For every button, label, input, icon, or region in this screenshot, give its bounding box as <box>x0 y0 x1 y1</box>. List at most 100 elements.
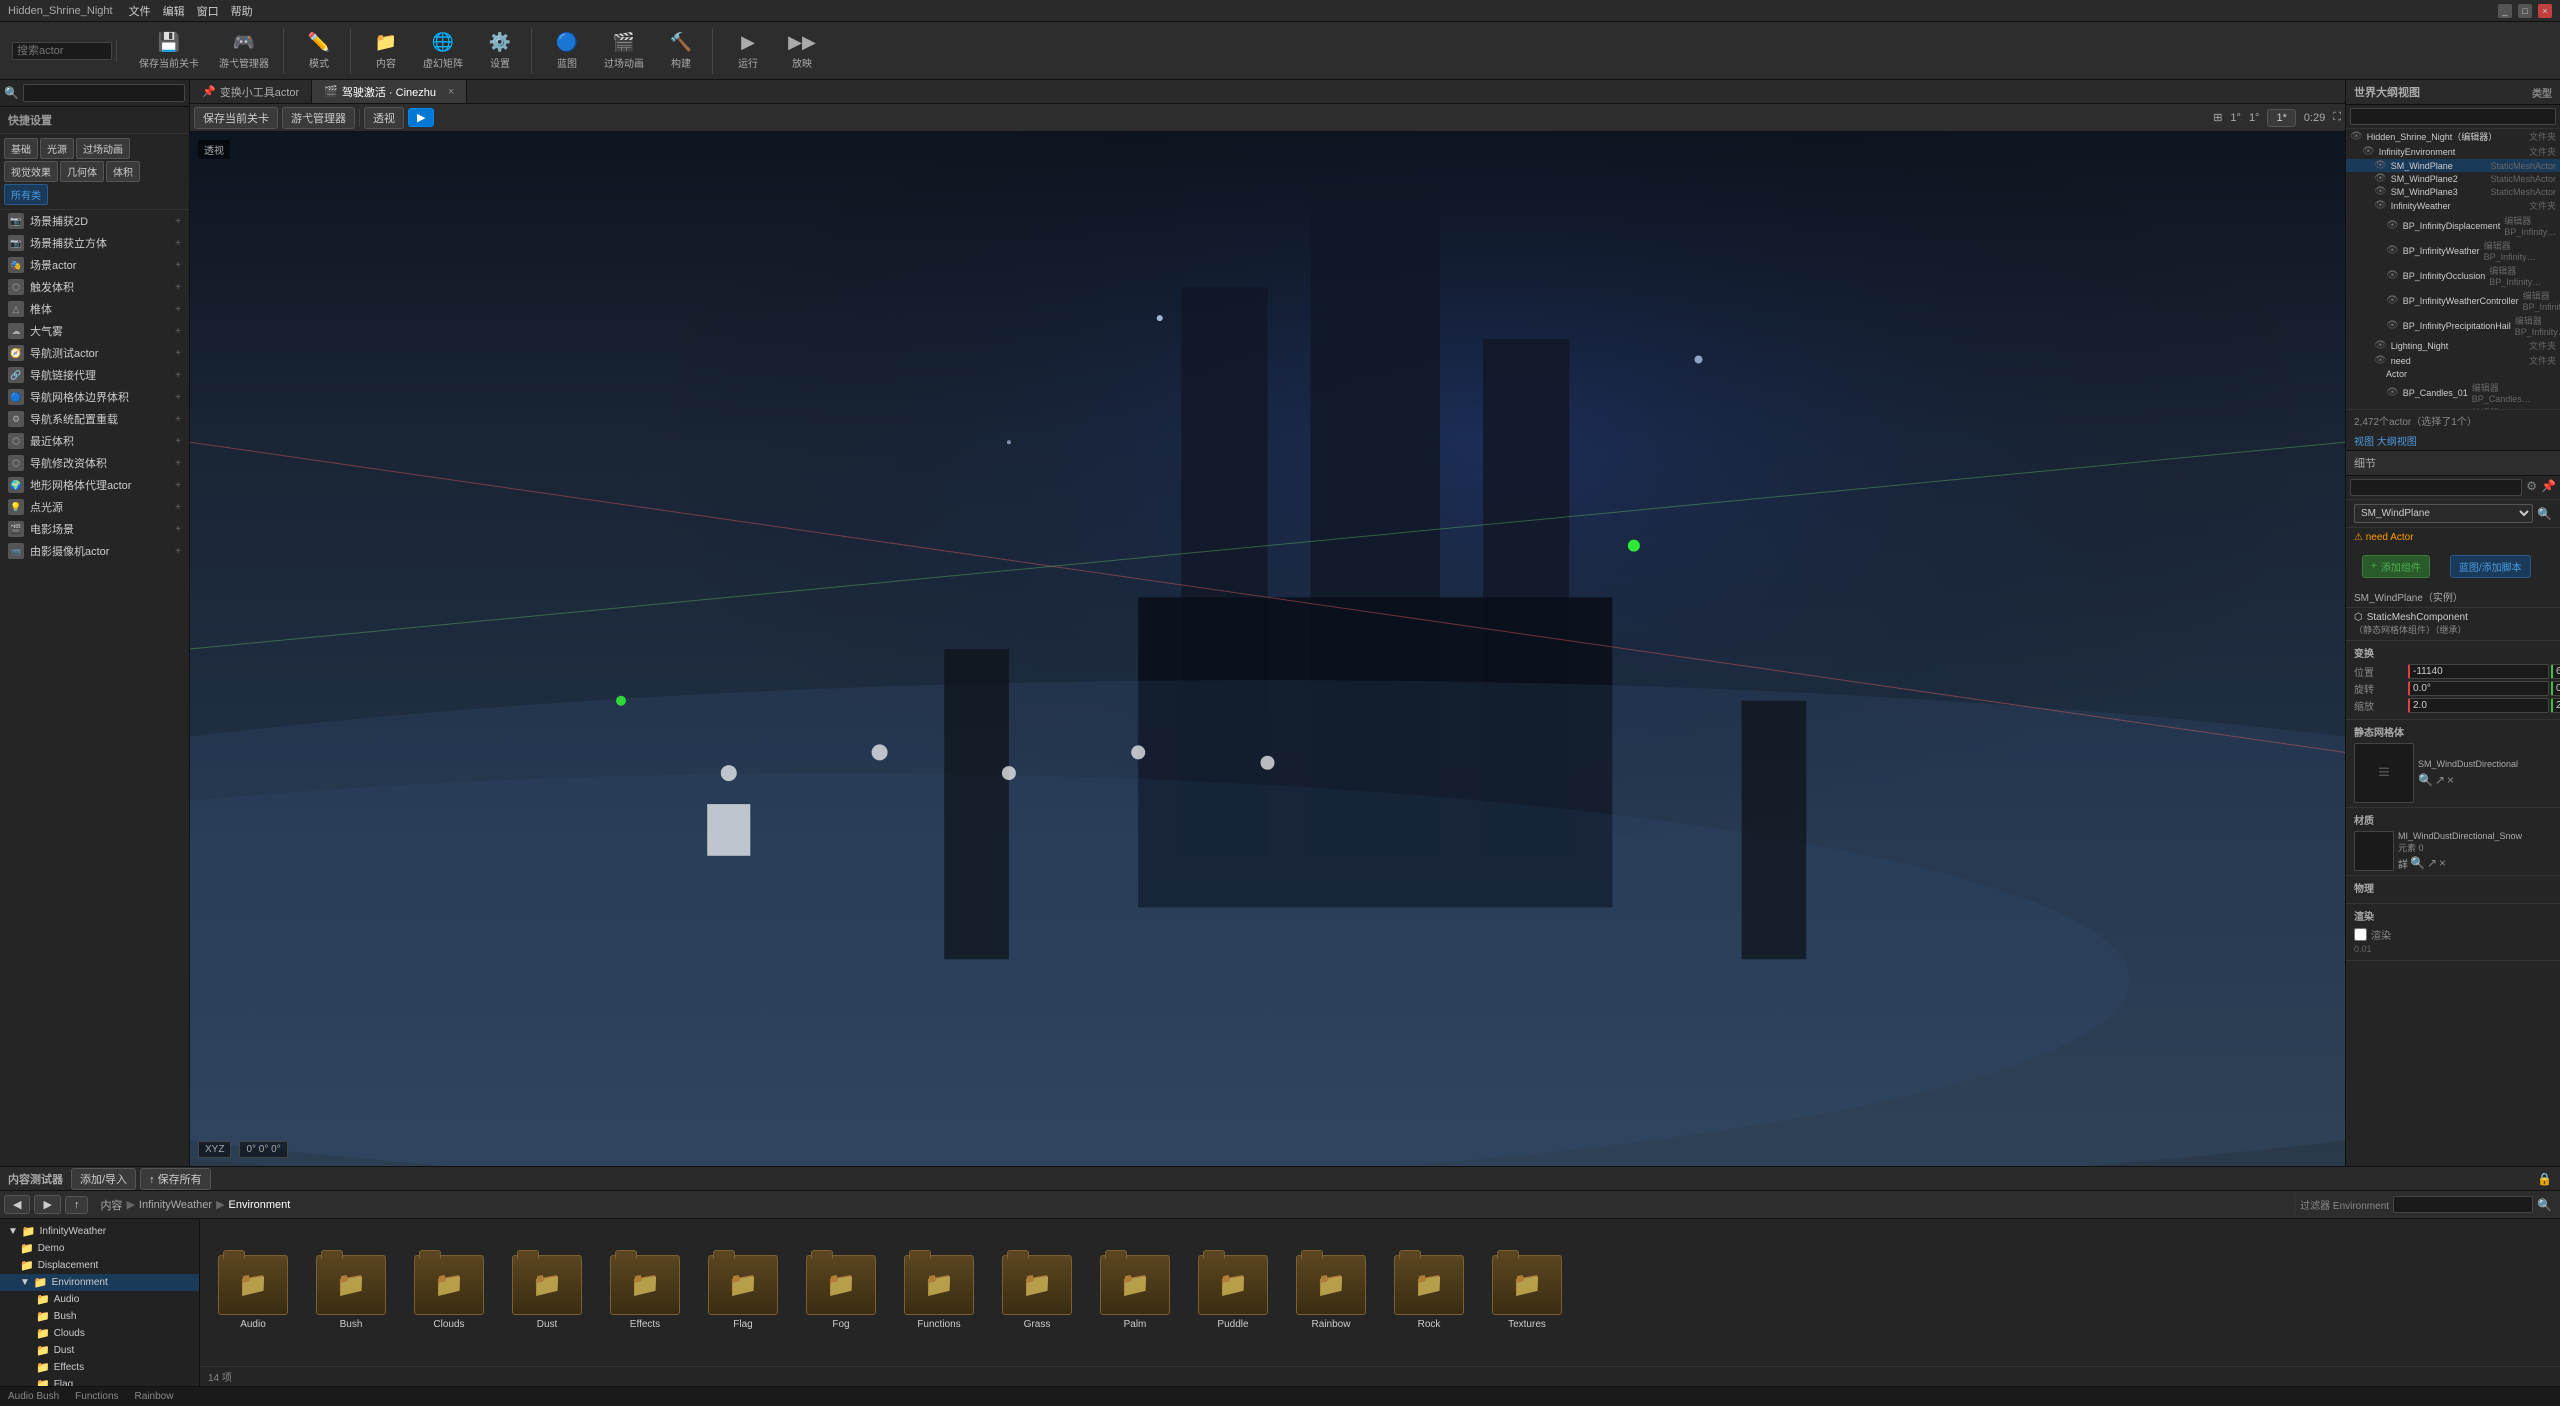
outliner-item-controller[interactable]: 👁 BP_InfinityWeatherController 编辑器BP_Inf… <box>2346 288 2560 313</box>
section-basic[interactable]: 基础 <box>4 138 38 159</box>
menu-window[interactable]: 窗口 <box>197 3 219 19</box>
sidebar-item-navmod[interactable]: ⬡ 导航修改资体积 + <box>0 452 189 474</box>
sidebar-item-navlink[interactable]: 🔗 导航链接代理 + <box>0 364 189 386</box>
mesh-browse-icon[interactable]: 🔍 <box>2418 773 2433 787</box>
asset-folder-effects[interactable]: 📁 Effects <box>600 1251 690 1334</box>
search-actor-input[interactable] <box>12 42 112 60</box>
blueprint-button[interactable]: 🔵 蓝图 <box>542 28 592 74</box>
settings-button[interactable]: ⚙️ 设置 <box>475 28 525 74</box>
fullscreen-icon[interactable]: ⛶ <box>2333 111 2341 124</box>
asset-folder-flag[interactable]: 📁 Flag <box>698 1251 788 1334</box>
tree-audio[interactable]: 📁 Audio <box>0 1291 199 1308</box>
tree-demo[interactable]: 📁 Demo <box>0 1240 199 1257</box>
sidebar-item-landscape-proxy[interactable]: 🌍 地形网格体代理actor + <box>0 474 189 496</box>
play-button[interactable]: ▶ 运行 <box>723 28 773 74</box>
asset-folder-functions[interactable]: 📁 Functions <box>894 1251 984 1334</box>
mode-button[interactable]: ✏️ 模式 <box>294 28 344 74</box>
section-visual[interactable]: 视觉效果 <box>4 161 58 182</box>
material-open-icon[interactable]: ↗ <box>2427 856 2437 871</box>
build-button[interactable]: 🔨 构建 <box>656 28 706 74</box>
import-export-button[interactable]: 添加/导入 <box>71 1168 136 1190</box>
breadcrumb-environment[interactable]: Environment <box>229 1199 291 1211</box>
sidebar-item-scene-cube[interactable]: 📷 场景捕获立方体 + <box>0 232 189 254</box>
material-clear-icon[interactable]: × <box>2439 856 2446 871</box>
source-control-button[interactable]: 🎮 游弋管理器 <box>211 28 277 74</box>
menu-file[interactable]: 文件 <box>129 3 151 19</box>
marketplace-button[interactable]: 🌐 虚幻矩阵 <box>415 28 471 74</box>
tree-environment[interactable]: ▼ 📁 Environment <box>0 1274 199 1291</box>
outliner-item-displacement[interactable]: 👁 BP_InfinityDisplacement 编辑器BP_Infinity… <box>2346 213 2560 238</box>
asset-folder-audio[interactable]: 📁 Audio <box>208 1251 298 1334</box>
section-volume[interactable]: 体积 <box>106 161 140 182</box>
mesh-selector-dropdown[interactable]: SM_WindPlane <box>2354 504 2533 523</box>
mesh-clear-icon[interactable]: × <box>2447 773 2454 787</box>
sidebar-item-close-volume[interactable]: ⬡ 最近体积 + <box>0 430 189 452</box>
cinematic-button[interactable]: 🎬 过场动画 <box>596 28 652 74</box>
perspective-button[interactable]: 透视 <box>364 107 404 129</box>
outliner-item-need[interactable]: 👁 need 文件夹 <box>2346 353 2560 368</box>
cb-nav-back[interactable]: ◀ <box>4 1195 30 1214</box>
main-viewport[interactable]: XYZ 0° 0° 0° 透视 <box>190 132 2345 1166</box>
section-all-classes[interactable]: 所有类 <box>4 184 48 205</box>
asset-folder-palm[interactable]: 📁 Palm <box>1090 1251 1180 1334</box>
save-all-button[interactable]: ↑ 保存所有 <box>140 1168 211 1190</box>
cb-lock-icon[interactable]: 🔒 <box>2537 1172 2552 1186</box>
outliner-search-input[interactable] <box>2350 108 2556 125</box>
viewport-main-tab[interactable]: 🎬 驾驶激活 · Cinezhu × <box>312 80 467 103</box>
asset-folder-rock[interactable]: 📁 Rock <box>1384 1251 1474 1334</box>
sidebar-item-scene-actor[interactable]: 🎭 场景actor + <box>0 254 189 276</box>
outliner-item-candles01[interactable]: 👁 BP_Candles_01 编辑器BP_Candles… <box>2346 380 2560 405</box>
outliner-item-weather-folder[interactable]: 👁 InfinityWeather 文件夹 <box>2346 198 2560 213</box>
cb-nav-up[interactable]: ↑ <box>65 1196 89 1214</box>
outliner-item-lighting[interactable]: 👁 Lighting_Night 文件夹 <box>2346 338 2560 353</box>
outliner-item-windplane[interactable]: 👁 SM_WindPlane StaticMeshActor <box>2346 159 2560 172</box>
rotation-y-input[interactable] <box>2551 681 2560 696</box>
asset-folder-rainbow[interactable]: 📁 Rainbow <box>1286 1251 1376 1334</box>
source-ctrl-button[interactable]: 游弋管理器 <box>282 107 355 129</box>
save-level-button[interactable]: 💾 保存当前关卡 <box>131 28 207 74</box>
outliner-item-windplane3[interactable]: 👁 SM_WindPlane3 StaticMeshActor <box>2346 185 2560 198</box>
close-button[interactable]: × <box>2538 4 2552 18</box>
breadcrumb-content[interactable]: 内容 <box>100 1197 122 1213</box>
minimize-button[interactable]: _ <box>2498 4 2512 18</box>
outliner-item-windplane2[interactable]: 👁 SM_WindPlane2 StaticMeshActor <box>2346 172 2560 185</box>
view-option[interactable]: 视图 大纲视图 <box>2346 431 2560 450</box>
material-browse-icon[interactable]: 🔍 <box>2410 856 2425 871</box>
sidebar-item-navconfig[interactable]: ⚙ 导航系统配置重载 + <box>0 408 189 430</box>
sidebar-item-navmesh[interactable]: 🔵 导航网格体边界体积 + <box>0 386 189 408</box>
sidebar-item-cone[interactable]: △ 椎体 + <box>0 298 189 320</box>
physics-header[interactable]: 物理 <box>2354 880 2552 895</box>
section-cinematic[interactable]: 过场动画 <box>76 138 130 159</box>
scale-x-input[interactable] <box>2408 698 2549 713</box>
render-checkbox[interactable] <box>2354 928 2367 941</box>
tree-dust[interactable]: 📁 Dust <box>0 1342 199 1359</box>
asset-folder-grass[interactable]: 📁 Grass <box>992 1251 1082 1334</box>
save-map-button[interactable]: 保存当前关卡 <box>194 107 278 129</box>
sidebar-item-point-light[interactable]: 💡 点光源 + <box>0 496 189 518</box>
outliner-item-env[interactable]: 👁 InfinityEnvironment 文件夹 <box>2346 144 2560 159</box>
outliner-item-precipitation[interactable]: 👁 BP_InfinityPrecipitationHail 编辑器BP_Inf… <box>2346 313 2560 338</box>
sidebar-item-cine-camera[interactable]: 📹 由影摄像机actor + <box>0 540 189 562</box>
sidebar-item-fog[interactable]: ☁ 大气雾 + <box>0 320 189 342</box>
place-actors-tab[interactable]: 📌 变换小工具actor <box>190 80 312 103</box>
mesh-open-icon[interactable]: ↗ <box>2435 773 2445 787</box>
tree-infinityweather[interactable]: ▼ 📁 InfinityWeather <box>0 1223 199 1240</box>
mesh-search-icon[interactable]: 🔍 <box>2537 507 2552 521</box>
asset-folder-puddle[interactable]: 📁 Puddle <box>1188 1251 1278 1334</box>
tree-effects[interactable]: 📁 Effects <box>0 1359 199 1376</box>
outliner-item-root[interactable]: 👁 Hidden_Shrine_Night（编辑器） 文件夹 <box>2346 129 2560 144</box>
menu-edit[interactable]: 编辑 <box>163 3 185 19</box>
filter-input[interactable] <box>2393 1196 2533 1213</box>
resolution-button[interactable]: 1* <box>2267 109 2295 127</box>
material-details-icon[interactable]: 詳 <box>2398 856 2408 871</box>
tree-displacement[interactable]: 📁 Displacement <box>0 1257 199 1274</box>
outliner-item-occlusion[interactable]: 👁 BP_InfinityOcclusion 编辑器BP_Infinity… <box>2346 263 2560 288</box>
play-in-vp-button[interactable]: ▶ <box>408 108 434 127</box>
maximize-button[interactable]: □ <box>2518 4 2532 18</box>
content-button[interactable]: 📁 内容 <box>361 28 411 74</box>
add-component-button[interactable]: + 添加组件 <box>2362 555 2430 578</box>
asset-folder-dust[interactable]: 📁 Dust <box>502 1251 592 1334</box>
breadcrumb-infinityweather[interactable]: InfinityWeather <box>139 1199 212 1211</box>
blueprint-script-button[interactable]: 蓝图/添加脚本 <box>2450 555 2531 578</box>
asset-folder-fog[interactable]: 📁 Fog <box>796 1251 886 1334</box>
